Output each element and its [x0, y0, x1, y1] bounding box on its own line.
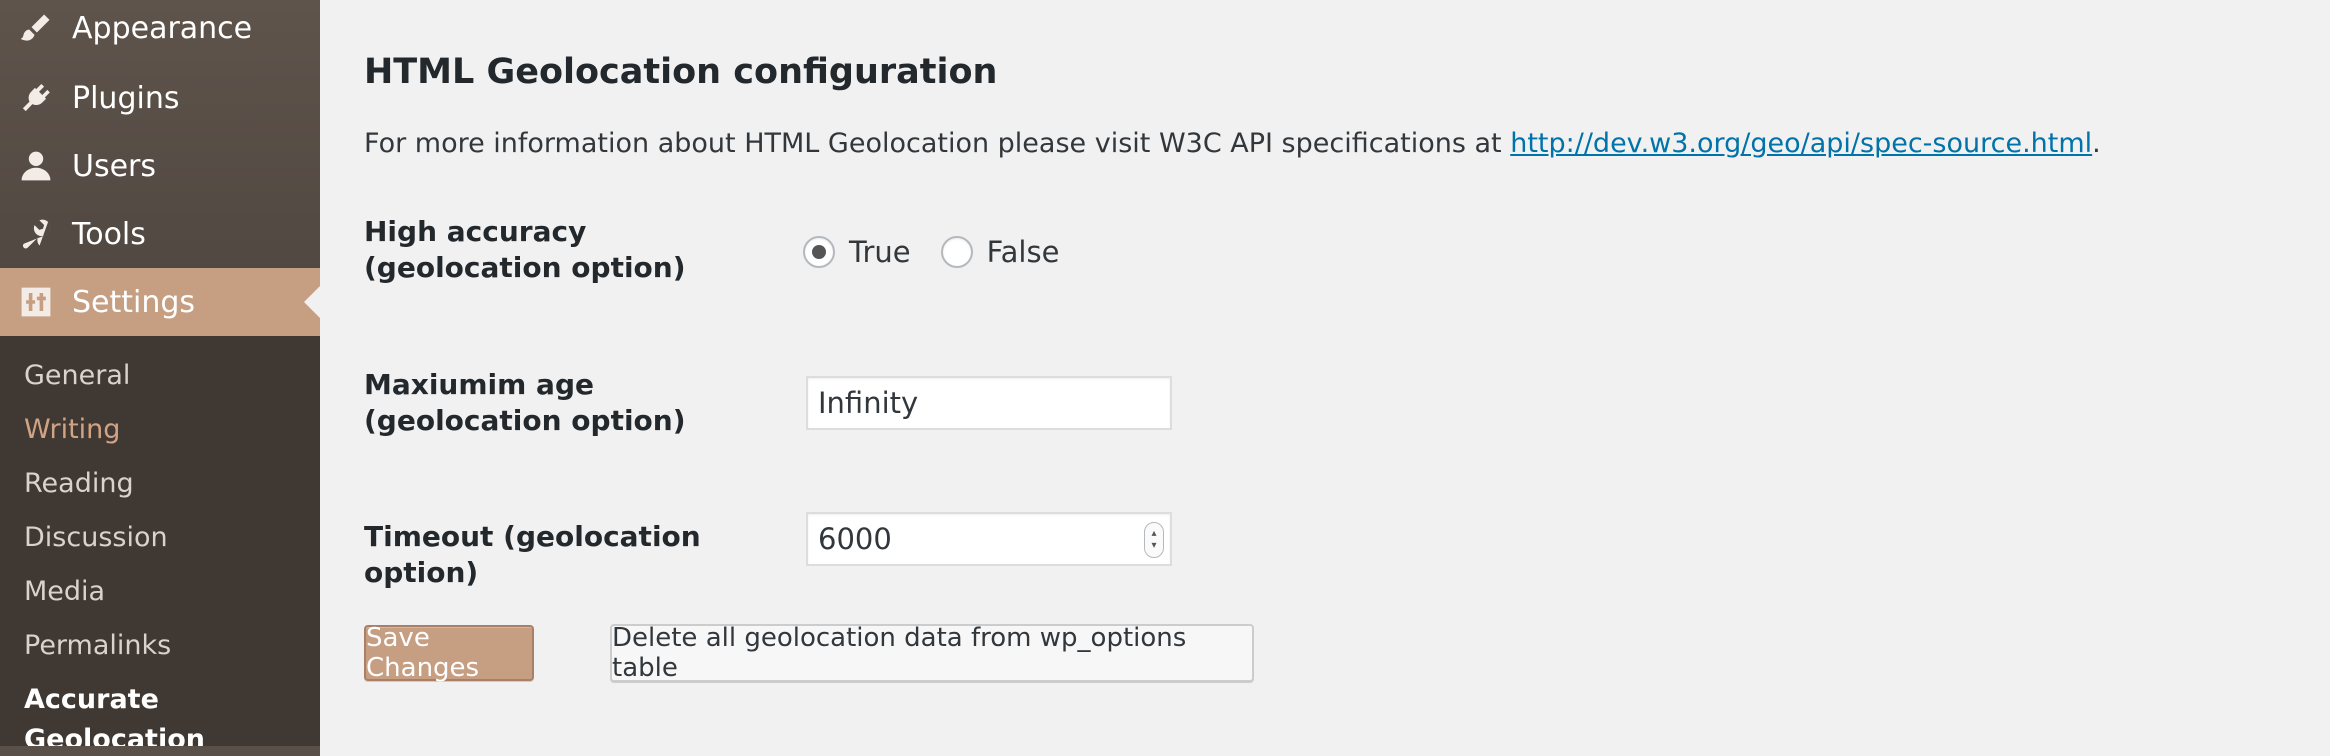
save-changes-button[interactable]: Save Changes [364, 623, 534, 683]
menu-item-label: Settings [72, 284, 196, 320]
timeout-value: 6000 [818, 522, 892, 556]
menu-item-label: Users [72, 148, 157, 184]
info-text-suffix: . [2092, 128, 2101, 159]
menu-item-tools[interactable]: Tools [0, 200, 320, 268]
info-text: For more information about HTML Geolocat… [364, 128, 2101, 159]
spinner-down-icon[interactable]: ▾ [1151, 540, 1156, 552]
settings-submenu: General Writing Reading Discussion Media… [0, 336, 320, 755]
spinner-up-icon[interactable]: ▴ [1151, 528, 1156, 540]
user-icon [0, 132, 72, 200]
submenu-item-discussion[interactable]: Discussion [24, 518, 168, 558]
radio-selected-dot [812, 245, 826, 259]
submenu-item-permalinks[interactable]: Permalinks [24, 626, 171, 666]
sidebar-divider [0, 746, 320, 756]
high-accuracy-false-radio[interactable] [940, 236, 973, 268]
paintbrush-icon [0, 0, 72, 62]
menu-item-users[interactable]: Users [0, 132, 320, 200]
timeout-label: Timeout (geolocation option) [364, 520, 701, 589]
maximum-age-label: Maxiumim age (geolocation option) [364, 368, 686, 437]
high-accuracy-true-radio[interactable] [803, 236, 835, 268]
menu-item-appearance[interactable]: Appearance [0, 0, 320, 62]
menu-item-label: Plugins [72, 80, 180, 116]
high-accuracy-radio-group: True False [803, 232, 1089, 272]
high-accuracy-label: High accuracy (geolocation option) [364, 215, 686, 284]
delete-geolocation-data-button[interactable]: Delete all geolocation data from wp_opti… [610, 623, 1254, 683]
sliders-icon [0, 268, 72, 336]
menu-item-plugins[interactable]: Plugins [0, 64, 320, 132]
submenu-item-reading[interactable]: Reading [24, 464, 134, 504]
timeout-input[interactable]: 6000 ▴ ▾ [806, 512, 1172, 566]
number-spinner[interactable]: ▴ ▾ [1144, 522, 1164, 558]
maximum-age-value: Infinity [818, 386, 919, 420]
menu-item-settings[interactable]: Settings [0, 268, 320, 336]
menu-item-label: Tools [72, 216, 146, 252]
high-accuracy-false-label[interactable]: False [987, 232, 1060, 272]
info-text-prefix: For more information about HTML Geolocat… [364, 128, 1502, 159]
submenu-item-writing[interactable]: Writing [24, 410, 120, 450]
spec-link[interactable]: http://dev.w3.org/geo/api/spec-source.ht… [1510, 128, 2092, 159]
wrench-icon [0, 200, 72, 268]
submenu-item-general[interactable]: General [24, 356, 130, 396]
admin-sidebar: Appearance Plugins Users Tools Settings … [0, 0, 320, 756]
page-title: HTML Geolocation configuration [364, 52, 998, 92]
high-accuracy-true-label[interactable]: True [849, 232, 911, 272]
menu-item-label: Appearance [72, 10, 253, 46]
maximum-age-input[interactable]: Infinity [806, 376, 1172, 430]
submenu-item-media[interactable]: Media [24, 572, 105, 612]
settings-content: HTML Geolocation configuration For more … [320, 0, 2330, 756]
plug-icon [0, 64, 72, 132]
submenu-item-accurate-geolocation[interactable]: Accurate Geolocation [24, 680, 320, 755]
